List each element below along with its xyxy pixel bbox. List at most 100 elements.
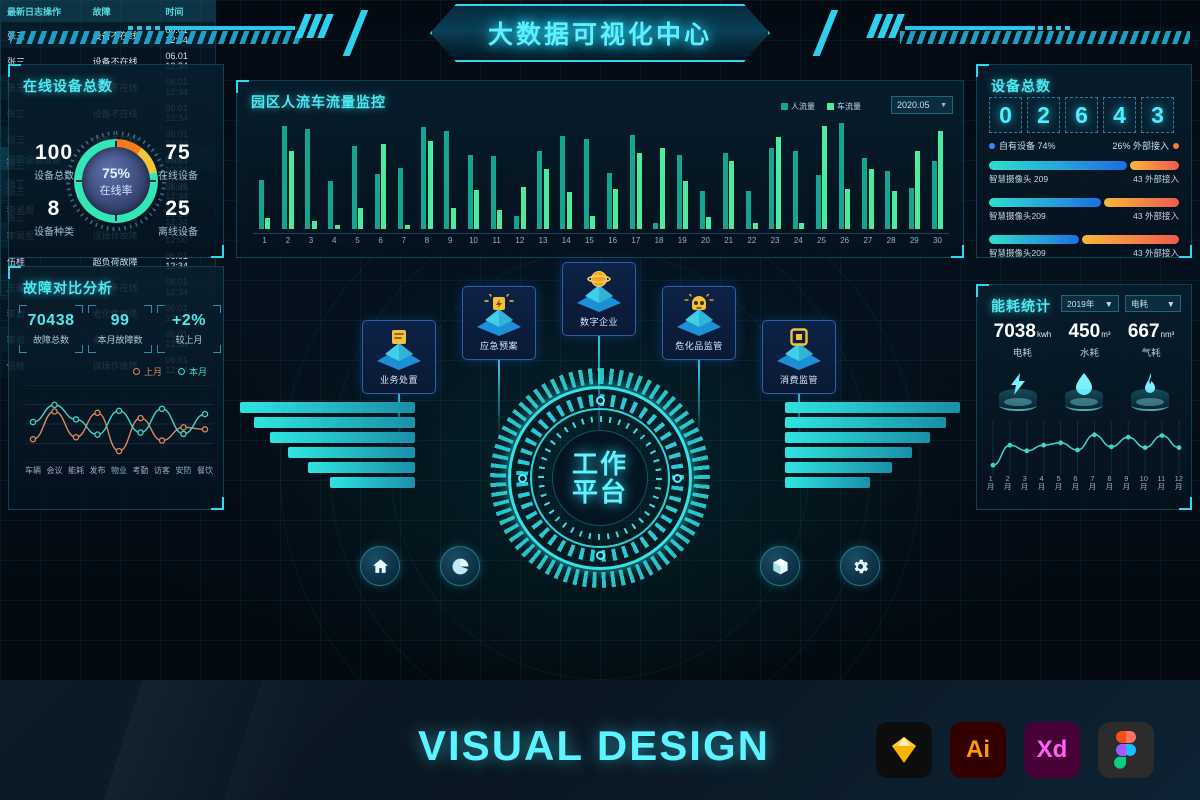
external-bar (1081, 235, 1179, 244)
axis-tick: 发布 (89, 466, 106, 475)
legend-item: 人流量 (781, 101, 815, 112)
home-icon-button[interactable] (360, 546, 400, 586)
axis-tick: 访客 (154, 466, 170, 475)
axis-tick: 16 (608, 236, 618, 245)
node-hazardous-chemicals[interactable]: 危化品监管 (662, 286, 736, 360)
device-bar-row: 智慧摄像头209 43 外部接入 (989, 198, 1179, 222)
figma-logo[interactable] (1098, 722, 1154, 778)
node-emergency-plan[interactable]: 应急预案 (462, 286, 536, 360)
kpi-value: 25 (165, 197, 191, 220)
kpi-value: 8 (47, 197, 61, 220)
gear-icon-button[interactable] (840, 546, 880, 586)
traffic-bars (253, 121, 949, 229)
banner-logos: Ai Xd (876, 722, 1154, 778)
axis-tick: 4月 (1037, 474, 1046, 491)
bar (729, 161, 735, 229)
device-total-digit: 4 (1103, 97, 1136, 133)
device-total-digits: 02643 (989, 97, 1174, 133)
fault-legend: 上月 本月 (132, 365, 207, 378)
header-chevron-left (342, 10, 378, 56)
bar (636, 152, 642, 229)
axis-tick: 12 月 (1174, 474, 1183, 491)
axis-tick: 11 月 (1157, 474, 1166, 491)
illustrator-logo[interactable]: Ai (950, 722, 1006, 778)
bar-group (903, 150, 926, 229)
energy-year-value: 2019年 (1067, 298, 1095, 309)
energy-metric-value: 7038kwh (993, 321, 1052, 342)
water-drop-icon-holder (1061, 373, 1107, 411)
bar (398, 167, 404, 229)
header-line-right (905, 26, 1035, 30)
axis-tick: 10 月 (1139, 474, 1148, 491)
bar (490, 155, 496, 229)
skull-pyramid-icon (673, 293, 725, 338)
kpi-label: 在线设备 (158, 171, 198, 182)
bar (514, 216, 520, 229)
bar-group (787, 150, 810, 229)
node-digital-enterprise[interactable]: 数字企业 (562, 262, 636, 336)
fault-analysis-title: 故障对比分析 (23, 280, 113, 296)
own-bar (989, 198, 1102, 207)
banner-title: VISUAL DESIGN (418, 722, 770, 769)
axis-tick: 14 (561, 236, 571, 245)
bar (328, 181, 334, 229)
bar (792, 150, 798, 229)
gauge-label: 在线率 (99, 184, 133, 197)
axis-tick: 28 (886, 236, 896, 245)
chevron-down-icon: ▼ (940, 101, 947, 109)
header-slashes-right (866, 14, 905, 38)
wing-right-decor (785, 402, 960, 494)
bar (815, 174, 821, 229)
bar (769, 148, 775, 229)
node-business-handling[interactable]: 业务处置 (362, 320, 436, 394)
bar (746, 190, 752, 229)
bar-group (439, 131, 462, 229)
sketch-logo[interactable] (876, 722, 932, 778)
axis-tick: 11 (492, 236, 501, 245)
traffic-monitor-panel: 园区人流车流量监控 人流量 车流量 2020.05 ▼ 1 2 3 4 5 6 7 8 9 10 11… (236, 80, 964, 258)
energy-metric-label: 电耗 (1012, 348, 1032, 359)
axis-tick: 物业 (111, 466, 127, 475)
wing-left-decor (240, 402, 415, 494)
gauge-percent: 75% (101, 164, 131, 181)
emblem-core: 工作 平台 (552, 430, 648, 526)
header: 大数据可视化中心 (0, 0, 1200, 66)
device-bar (989, 161, 1179, 170)
kpi-label: 设备种类 (34, 227, 74, 238)
bar-group (717, 152, 740, 229)
emblem-orb (595, 396, 605, 405)
kpi-total-devices: 100 设备总数 (21, 141, 87, 182)
axis-tick: 25 (817, 236, 826, 245)
bar (474, 189, 480, 229)
bar (467, 154, 473, 229)
bar (722, 152, 728, 229)
axis-tick: 9 (448, 236, 453, 245)
bar (845, 188, 851, 229)
energy-year-select[interactable]: 2019年 ▼ (1061, 295, 1119, 312)
header-stripes-right (900, 31, 1190, 44)
bar-group (624, 134, 647, 229)
header-dots-left (128, 26, 162, 30)
axis-tick: 29 (909, 236, 919, 245)
fault-stat-label: 本月故障数 (97, 335, 143, 345)
page-title-text: 大数据可视化中心 (487, 21, 712, 49)
axis-tick: 17 (631, 236, 641, 245)
bar (358, 207, 364, 229)
axis-tick: 考勤 (132, 466, 149, 475)
own-bar (989, 235, 1079, 244)
cube-icon-button[interactable] (760, 546, 800, 586)
bar (891, 190, 897, 229)
node-consumption-supervision[interactable]: 消费监管 (762, 320, 836, 394)
pie-chart-icon-button[interactable] (440, 546, 480, 586)
bar (775, 136, 781, 229)
energy-type-select[interactable]: 电耗 ▼ (1125, 295, 1181, 312)
traffic-period-select[interactable]: 2020.05 ▼ (891, 96, 953, 114)
bar-group (740, 190, 763, 229)
bar (590, 216, 596, 229)
gauge-center: 75% 在线率 (82, 147, 150, 215)
own-bar-label: 智慧摄像头 209 (989, 174, 1049, 184)
axis-tick: 2月 (1003, 474, 1012, 491)
bar-group (578, 138, 601, 229)
xd-logo[interactable]: Xd (1024, 722, 1080, 778)
bar-group (369, 144, 392, 229)
